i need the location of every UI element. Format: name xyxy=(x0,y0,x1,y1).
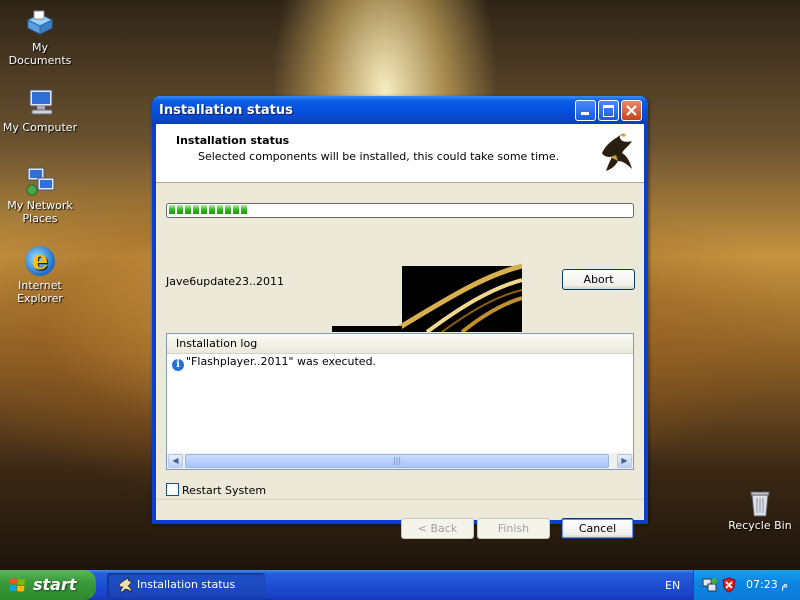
my-documents-icon xyxy=(24,8,56,38)
progress-segment xyxy=(217,205,223,214)
desktop-icon-label: My Computer xyxy=(2,121,78,134)
progress-segment xyxy=(177,205,183,214)
scroll-right-button[interactable]: ▶ xyxy=(617,454,632,468)
clock: 07:23 م xyxy=(746,578,789,591)
installation-progress-bar xyxy=(166,203,634,218)
progress-segment xyxy=(241,205,247,214)
desktop-icon-my-computer[interactable]: My Computer xyxy=(0,88,80,134)
windows-logo-icon xyxy=(9,578,25,592)
internet-explorer-icon: e xyxy=(25,246,55,276)
desktop-icon-label: Internet Explorer xyxy=(17,279,63,305)
taskbar: start Installation status EN 07:23 م xyxy=(0,570,800,600)
installer-window: Installation status Installation status … xyxy=(152,96,648,539)
log-entry: i "Flashplayer..2011" was executed. xyxy=(172,355,376,371)
minimize-button[interactable] xyxy=(575,100,596,121)
progress-segment xyxy=(225,205,231,214)
maximize-button[interactable] xyxy=(598,100,619,121)
progress-segment xyxy=(233,205,239,214)
security-shield-icon[interactable] xyxy=(722,577,736,593)
grip-icon: ||| xyxy=(392,456,402,465)
desktop-icon-my-network-places[interactable]: My Network Places xyxy=(0,166,80,225)
header-subtitle: Selected components will be installed, t… xyxy=(198,150,560,163)
abort-button[interactable]: Abort xyxy=(562,269,635,290)
desktop-icon-internet-explorer[interactable]: e Internet Explorer xyxy=(0,246,80,305)
taskbar-button-installation-status[interactable]: Installation status xyxy=(107,573,265,597)
desktop-icon-recycle-bin[interactable]: Recycle Bin xyxy=(720,486,800,532)
window-title: Installation status xyxy=(159,103,293,118)
desktop-icon-label: My Network Places xyxy=(7,199,73,225)
wizard-header: Installation status Selected components … xyxy=(156,124,644,183)
scroll-left-button[interactable]: ◀ xyxy=(168,454,183,468)
eagle-logo-icon xyxy=(602,133,632,171)
installation-log-panel: Installation log i "Flashplayer..2011" wa… xyxy=(166,333,634,470)
close-button[interactable] xyxy=(621,100,642,121)
network-tray-icon[interactable] xyxy=(702,577,718,593)
language-indicator[interactable]: EN xyxy=(665,579,680,592)
chevron-left-icon: ◀ xyxy=(172,456,179,465)
desktop-icon-my-documents[interactable]: My Documents xyxy=(0,8,80,67)
window-title-bar[interactable]: Installation status xyxy=(152,96,648,124)
taskbar-button-label: Installation status xyxy=(137,578,236,591)
my-computer-icon xyxy=(24,88,56,118)
progress-segment xyxy=(185,205,191,214)
log-entry-text: "Flashplayer..2011" was executed. xyxy=(186,355,377,368)
desktop-icon-label: My Documents xyxy=(8,41,72,67)
network-places-icon xyxy=(24,166,56,196)
progress-fill xyxy=(169,205,631,214)
desktop-icon-label: Recycle Bin xyxy=(728,519,792,532)
maximize-icon xyxy=(603,105,614,117)
horizontal-scrollbar[interactable]: ◀ ||| ▶ xyxy=(167,453,633,469)
minimize-icon xyxy=(581,112,589,115)
close-icon xyxy=(626,105,637,116)
log-column-header: Installation log xyxy=(167,334,633,354)
header-title: Installation status xyxy=(176,134,290,147)
button-area-divider xyxy=(156,499,644,500)
eagle-app-icon xyxy=(118,577,133,593)
restart-system-label: Restart System xyxy=(182,484,267,497)
finish-button[interactable]: Finish xyxy=(477,518,550,539)
streaks-artifact xyxy=(332,263,522,332)
window-client-area: Installation status Selected components … xyxy=(156,124,644,539)
recycle-bin-icon xyxy=(744,486,776,517)
info-icon: i xyxy=(172,359,184,371)
progress-segment xyxy=(201,205,207,214)
desktop-background: My Documents My Computer My Network Plac… xyxy=(0,0,800,570)
restart-system-option[interactable]: Restart System xyxy=(166,483,266,497)
current-item-label: Jave6update23..2011 xyxy=(166,275,285,288)
system-tray: 07:23 م xyxy=(693,570,800,600)
back-button[interactable]: < Back xyxy=(401,518,474,539)
scroll-thumb[interactable]: ||| xyxy=(185,454,609,468)
restart-system-checkbox[interactable] xyxy=(166,483,179,496)
start-button[interactable]: start xyxy=(0,570,96,600)
progress-segment xyxy=(209,205,215,214)
start-label: start xyxy=(33,575,77,594)
cancel-button[interactable]: Cancel xyxy=(561,518,634,539)
progress-segment xyxy=(193,205,199,214)
chevron-right-icon: ▶ xyxy=(621,456,628,465)
progress-segment xyxy=(169,205,175,214)
